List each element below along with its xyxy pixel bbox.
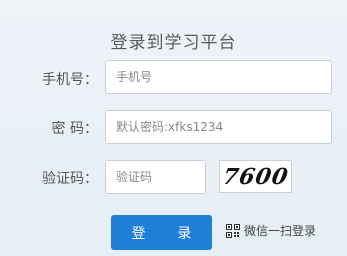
phone-label: 手机号： <box>42 72 98 88</box>
login-panel: 登录到学习平台 手机号： 密 码： 验证码： 7600 登 录 微信一扫登录 <box>0 0 347 256</box>
password-input[interactable] <box>105 110 332 144</box>
captcha-image-text: 7600 <box>220 163 291 190</box>
captcha-label: 验证码： <box>42 171 98 187</box>
captcha-image[interactable]: 7600 <box>219 160 292 193</box>
captcha-input[interactable] <box>105 160 206 194</box>
wechat-login-label: 微信一扫登录 <box>244 224 317 238</box>
password-label: 密 码： <box>51 121 98 137</box>
wechat-login-link[interactable]: 微信一扫登录 <box>226 222 316 239</box>
login-button[interactable]: 登 录 <box>111 215 212 250</box>
phone-input[interactable] <box>105 60 332 94</box>
page-title: 登录到学习平台 <box>110 33 237 53</box>
qr-code-icon <box>226 223 240 238</box>
